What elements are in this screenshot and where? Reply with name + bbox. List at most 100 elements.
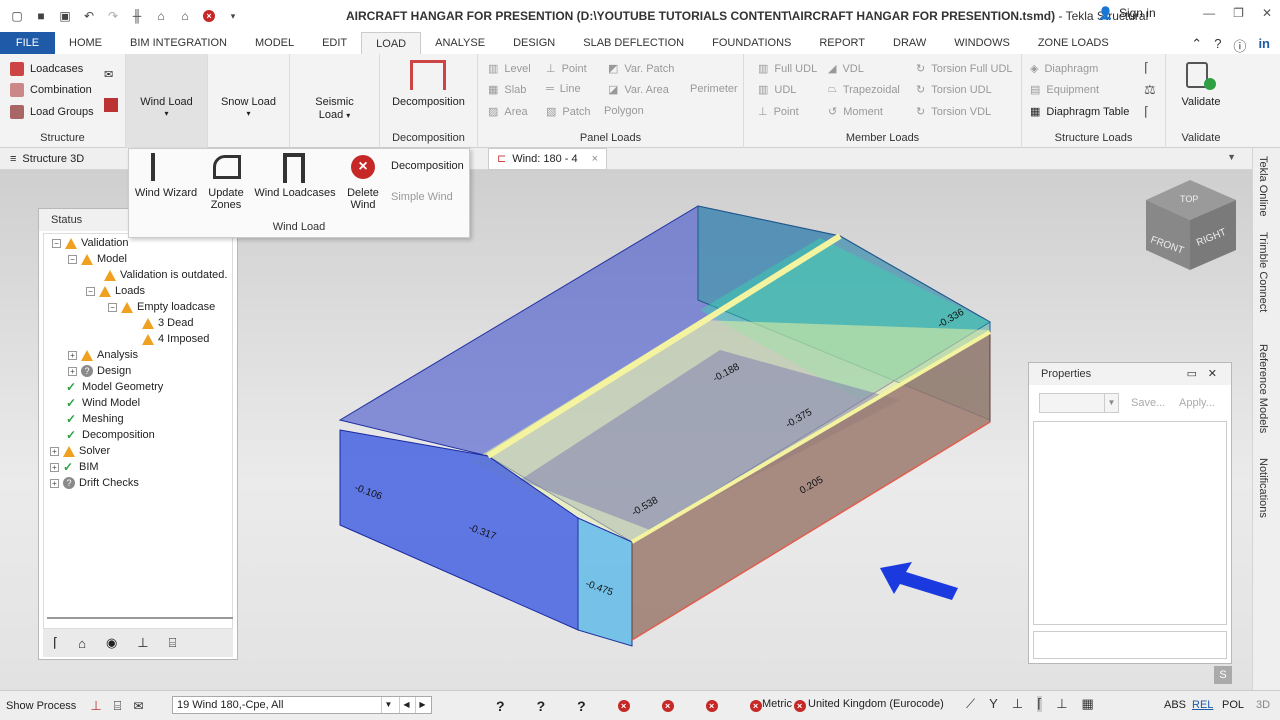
design-code-label[interactable]: United Kingdom (Eurocode) [808,698,944,710]
save-icon[interactable]: ▣ [58,9,72,23]
wind-wizard-button[interactable]: Wind Wizard [133,187,199,199]
tree-row-wind-model[interactable]: ✓ Wind Model [66,395,140,411]
wind-load-button[interactable]: Wind Load ▾ [126,54,208,148]
error-icon-4[interactable]: × [749,700,762,712]
tree-row-design[interactable]: +? Design [68,363,131,379]
help-status-icon-2[interactable]: ? [537,698,546,714]
tree-row-decomposition[interactable]: ✓ Decomposition [66,427,155,443]
side-tab-tekla-online[interactable]: Tekla Online [1257,156,1269,217]
maximize-icon[interactable]: ▭ [1187,363,1197,385]
collapse-ribbon-icon[interactable]: ⌃ [1191,36,1202,55]
side-tab-notifications[interactable]: Notifications [1257,458,1269,518]
collapse-icon[interactable]: − [86,286,95,296]
tab-file[interactable]: FILE [0,32,55,54]
tree-row-3-dead[interactable]: 3 Dead [142,315,193,331]
collapse-icon[interactable]: − [108,302,117,312]
expand-icon[interactable]: + [50,462,59,472]
udl-button[interactable]: ▥ UDL [758,83,796,97]
load-tool-status-icon[interactable]: ⊥ [90,698,101,714]
vdl-button[interactable]: ◢ VDL [828,62,864,76]
tab-report[interactable]: REPORT [805,32,879,54]
tabs-menu-chevron-icon[interactable]: ▼ [1227,152,1236,162]
3d-toggle[interactable]: 3D [1256,699,1270,711]
snow-load-button[interactable]: Snow Load ▾ [208,54,290,148]
perimeter-button[interactable]: Perimeter [690,83,738,95]
update-zones-button[interactable]: Update Zones [203,187,249,211]
snap-icon-5[interactable]: ⊥ [1056,696,1067,712]
collapse-icon[interactable]: − [52,238,61,248]
tree-row-4-imposed[interactable]: 4 Imposed [142,331,209,347]
moment-button[interactable]: ↺ Moment [828,105,883,119]
extra-load-icon-1[interactable]: ⌈ [1144,60,1149,76]
mail-status-icon[interactable]: ✉ [133,699,143,713]
tree-row-solver[interactable]: + Solver [50,443,110,459]
expand-icon[interactable]: + [50,446,59,456]
validate-button[interactable]: Validate [1166,96,1236,108]
tab-edit[interactable]: EDIT [308,32,361,54]
decomposition-icon[interactable] [410,60,446,90]
rel-toggle[interactable]: REL [1192,699,1213,711]
tab-load[interactable]: LOAD [361,32,422,54]
point-member-button[interactable]: ⊥ Point [758,105,799,119]
polygon-button[interactable]: Polygon [604,105,644,117]
tree-row-model-geometry[interactable]: ✓ Model Geometry [66,379,163,395]
info-icon[interactable]: ⓘ [1233,36,1246,55]
delete-wind-button[interactable]: Delete Wind [339,187,387,211]
properties-close-icon[interactable]: ✕ [1208,363,1217,385]
expand-icon[interactable]: + [50,478,59,488]
tab-home[interactable]: HOME [55,32,116,54]
tab-windows[interactable]: WINDOWS [940,32,1024,54]
loadcase-selector[interactable]: 19 Wind 180,-Cpe, All ▼ ◀ ▶ [172,696,432,714]
snap-icon-3[interactable]: ⊥ [1012,696,1023,712]
tree-row-validation[interactable]: − Validation [52,235,129,251]
loadcase-prev-icon[interactable]: ◀ [399,697,413,713]
properties-selector[interactable]: ▼ [1039,393,1119,413]
load-groups-button[interactable]: Load Groups [10,105,94,119]
decomposition-button[interactable]: Decomposition [380,96,477,108]
new-file-icon[interactable]: ▢ [10,9,24,23]
snap-icon-4[interactable]: ⌈ [1037,696,1043,712]
tab-draw[interactable]: DRAW [879,32,940,54]
side-tab-reference-models[interactable]: Reference Models [1257,344,1269,433]
patch-button[interactable]: ▧ Patch [546,105,591,119]
extra-load-icon-3[interactable]: ⌈ [1144,104,1149,120]
tab-bim-integration[interactable]: BIM INTEGRATION [116,32,241,54]
area-button[interactable]: ▨ Area [488,105,528,119]
selector-chevron-icon[interactable]: ▼ [1104,394,1118,412]
customize-icon[interactable]: ▾ [226,9,240,23]
open-folder-icon[interactable]: ■ [34,9,48,23]
close-tab-icon[interactable]: × [592,148,598,170]
trapezoidal-button[interactable]: ⏢ Trapezoidal [828,83,900,96]
restore-icon[interactable]: ❐ [1233,6,1244,20]
frame-tool-icon[interactable]: ⌸ [169,635,177,651]
line-button[interactable]: ═ Line [546,83,581,95]
collapse-icon[interactable]: − [68,254,77,264]
wind-loadcases-button[interactable]: Wind Loadcases [253,187,337,199]
seismic-load-button[interactable]: Seismic Load ▾ [290,54,380,148]
tree-row-model[interactable]: − Model [68,251,127,267]
sign-in-button[interactable]: 👤 Sign in [1098,6,1156,20]
abs-toggle[interactable]: ABS [1164,699,1186,711]
tab-model[interactable]: MODEL [241,32,308,54]
lock-icon[interactable]: ⌂ [178,9,192,23]
help-status-icon-3[interactable]: ? [577,698,586,714]
properties-save-button[interactable]: Save... [1131,397,1165,409]
snap-icon-1[interactable]: ⟋ [966,696,975,712]
redo-icon[interactable]: ↷ [106,9,120,23]
help-icon[interactable]: ? [1214,36,1221,55]
settings-s-button[interactable]: S [1214,666,1232,684]
tab-zone-loads[interactable]: ZONE LOADS [1024,32,1123,54]
tab-analyse[interactable]: ANALYSE [421,32,499,54]
expand-icon[interactable]: + [68,350,77,360]
snap-icon-6[interactable]: ▦ [1082,696,1094,712]
minimize-icon[interactable]: — [1203,6,1215,20]
view-cube-top[interactable]: TOP [1180,194,1198,204]
eye-icon[interactable]: ◉ [106,635,117,651]
torsion-udl-button[interactable]: ↻ Torsion UDL [916,83,992,97]
tree-row-meshing[interactable]: ✓ Meshing [66,411,124,427]
tree-row-drift-checks[interactable]: +? Drift Checks [50,475,139,491]
diaphragm-table-button[interactable]: ▦ Diaphragm Table [1030,105,1129,119]
tab-slab-deflection[interactable]: SLAB DEFLECTION [569,32,698,54]
error-icon-1[interactable]: × [617,700,630,712]
slab-button[interactable]: ▦ Slab [488,83,526,97]
